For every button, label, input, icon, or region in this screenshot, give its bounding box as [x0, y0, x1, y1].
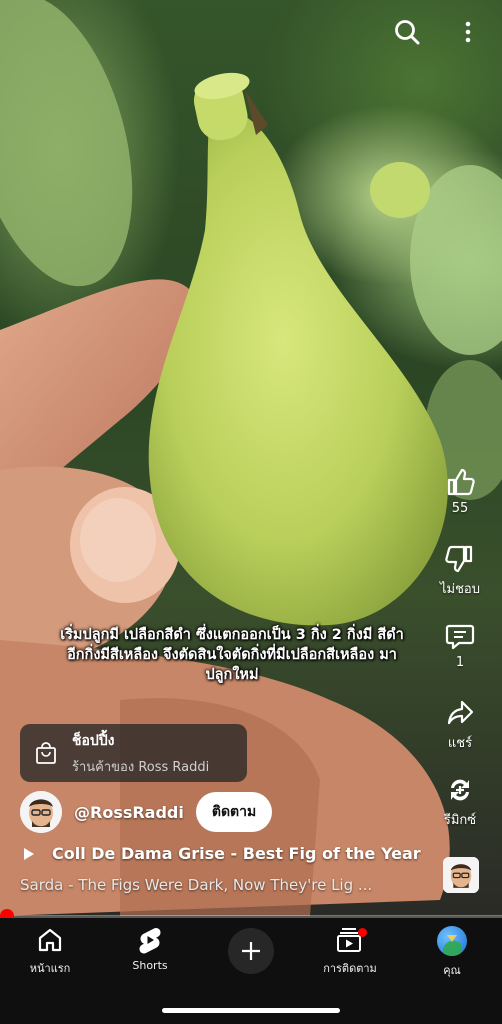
thumbs-down-icon	[445, 545, 473, 573]
more-vertical-icon	[465, 21, 471, 43]
shopping-subtitle: ร้านค้าของ Ross Raddi	[72, 759, 210, 775]
nav-shorts-label: Shorts	[132, 959, 168, 972]
caption-line: เริ่มปลูกมี เปลือกสีดำ ซึ่งแตกออกเป็น 3 …	[60, 627, 404, 643]
play-icon	[24, 847, 34, 860]
subscriptions-icon	[335, 926, 367, 954]
search-icon	[395, 20, 420, 45]
remix-label: รีมิกซ์	[443, 813, 477, 828]
video-caption: เริ่มปลูกมี เปลือกสีดำ ซึ่งแตกออกเป็น 3 …	[22, 625, 442, 685]
shopping-chip[interactable]: ช็อปปิ้ง ร้านค้าของ Ross Raddi	[20, 724, 247, 782]
caption-line: อีกกิ่งมีสีเหลือง จึงตัดสินใจตัดกิ่งที่ม…	[67, 647, 397, 663]
home-indicator	[162, 1008, 340, 1013]
like-count: 55	[451, 501, 469, 516]
nav-subscriptions-label: การติดตาม	[323, 962, 377, 975]
shorts-icon	[139, 927, 161, 954]
video-title: Coll De Dama Grise - Best Fig of the Yea…	[52, 844, 421, 863]
nav-you[interactable]: คุณ	[407, 926, 497, 979]
nav-you-label: คุณ	[443, 964, 461, 977]
comment-icon	[445, 624, 475, 650]
like-button[interactable]: 55	[425, 467, 495, 516]
share-button[interactable]: แชร์	[425, 698, 495, 753]
nav-subscriptions[interactable]: การติดตาม	[305, 926, 395, 977]
sound-thumbnail[interactable]	[443, 857, 479, 893]
more-options-button[interactable]	[450, 14, 486, 50]
sound-link[interactable]: Sarda - The Figs Were Dark, Now They're …	[20, 876, 372, 894]
nav-home[interactable]: หน้าแรก	[5, 926, 95, 977]
thumbs-up-icon	[447, 468, 475, 496]
search-button[interactable]	[389, 14, 425, 50]
shopping-title: ช็อปปิ้ง	[72, 732, 115, 749]
plus-icon	[242, 942, 260, 960]
video-title-link[interactable]: Coll De Dama Grise - Best Fig of the Yea…	[22, 844, 421, 863]
caption-line: ปลูกใหม่	[205, 667, 259, 683]
nav-home-label: หน้าแรก	[29, 962, 71, 975]
home-icon	[38, 928, 62, 952]
bottom-navigation: หน้าแรก Shorts การติดตาม คุณ	[0, 918, 502, 1024]
notification-dot	[358, 928, 367, 937]
share-icon	[447, 700, 474, 725]
nav-shorts[interactable]: Shorts	[105, 926, 195, 972]
dislike-button[interactable]: ไม่ชอบ	[425, 544, 495, 599]
channel-row: @RossRaddi ติดตาม	[20, 790, 273, 834]
remix-button[interactable]: รีมิกซ์	[425, 775, 495, 830]
channel-name[interactable]: @RossRaddi	[74, 803, 184, 822]
create-button[interactable]	[228, 928, 274, 974]
comment-count: 1	[455, 655, 465, 670]
remix-icon	[451, 779, 469, 801]
share-label: แชร์	[447, 736, 473, 751]
channel-avatar[interactable]	[20, 791, 62, 833]
profile-avatar	[437, 926, 467, 956]
dislike-label: ไม่ชอบ	[440, 582, 480, 597]
shopping-bag-icon	[20, 741, 72, 765]
subscribe-button[interactable]: ติดตาม	[195, 792, 273, 832]
